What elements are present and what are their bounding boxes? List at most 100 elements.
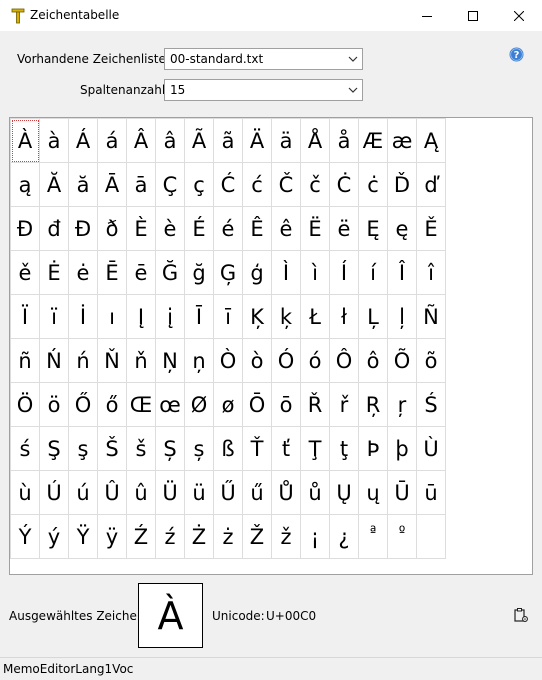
character-cell[interactable]: ċ [359,163,388,207]
character-cell[interactable]: Ï [11,295,40,339]
character-cell[interactable]: č [301,163,330,207]
character-cell[interactable]: Ļ [359,295,388,339]
character-cell[interactable]: ø [214,383,243,427]
character-cell[interactable]: ć [243,163,272,207]
character-cell[interactable]: Ó [272,339,301,383]
character-cell[interactable]: î [417,251,446,295]
character-cell[interactable]: Ď [388,163,417,207]
character-cell[interactable]: ž [272,515,301,559]
character-cell[interactable]: ï [40,295,69,339]
character-cell[interactable]: Ł [301,295,330,339]
character-cell[interactable]: ņ [185,339,214,383]
character-cell[interactable]: û [127,471,156,515]
character-cell[interactable]: Ě [417,207,446,251]
character-cell[interactable]: Í [330,251,359,295]
character-cell[interactable]: Ú [40,471,69,515]
character-cell[interactable]: þ [388,427,417,471]
character-cell[interactable]: ô [359,339,388,383]
character-cell[interactable]: Õ [388,339,417,383]
character-cell[interactable]: Ű [214,471,243,515]
character-cell[interactable]: Û [98,471,127,515]
character-cell[interactable]: ó [301,339,330,383]
character-cell[interactable]: Ķ [243,295,272,339]
character-cell[interactable]: Ř [301,383,330,427]
character-cell[interactable]: Į [127,295,156,339]
character-cell[interactable]: ü [185,471,214,515]
character-cell[interactable]: ą [11,163,40,207]
character-cell[interactable]: Ī [185,295,214,339]
character-cell[interactable]: ę [388,207,417,251]
character-cell[interactable]: ź [156,515,185,559]
character-cell[interactable]: Ż [185,515,214,559]
maximize-button[interactable] [450,0,496,31]
character-cell[interactable]: ū [417,471,446,515]
character-cell[interactable]: ì [301,251,330,295]
character-cell[interactable]: Þ [359,427,388,471]
character-cell[interactable]: đ [40,207,69,251]
character-cell[interactable]: Ū [388,471,417,515]
character-cell[interactable]: Ń [40,339,69,383]
character-cell[interactable]: Ť [243,427,272,471]
character-cell[interactable]: Ś [417,383,446,427]
character-cell[interactable]: ß [214,427,243,471]
character-cell[interactable]: Ñ [417,295,446,339]
character-cell[interactable]: Ņ [156,339,185,383]
character-cell[interactable]: Ź [127,515,156,559]
character-cell[interactable]: ż [214,515,243,559]
character-cell[interactable]: Ę [359,207,388,251]
character-cell[interactable]: ç [185,163,214,207]
character-cell[interactable]: ś [11,427,40,471]
character-cell[interactable]: ú [69,471,98,515]
character-cell[interactable]: è [156,207,185,251]
character-cell[interactable]: Å [301,119,330,163]
character-cell[interactable]: ř [330,383,359,427]
character-cell[interactable]: Ţ [301,427,330,471]
character-cell[interactable]: ű [243,471,272,515]
character-cell[interactable]: ș [185,427,214,471]
character-cell[interactable]: Ğ [156,251,185,295]
character-cell[interactable]: Ą [417,119,446,163]
character-cell[interactable]: ý [40,515,69,559]
character-cell[interactable]: Ā [98,163,127,207]
close-button[interactable] [496,0,542,31]
character-cell[interactable]: ů [301,471,330,515]
character-cell[interactable]: Ì [272,251,301,295]
character-cell[interactable]: Ü [156,471,185,515]
character-cell[interactable]: Ć [214,163,243,207]
character-cell[interactable]: Š [98,427,127,471]
character-cell[interactable]: Ů [272,471,301,515]
character-cell[interactable]: õ [417,339,446,383]
character-cell[interactable]: ª [359,515,388,559]
character-cell[interactable]: ¿ [330,515,359,559]
character-cell[interactable]: Œ [127,383,156,427]
minimize-button[interactable] [404,0,450,31]
columns-select[interactable]: 15 [164,79,363,101]
character-cell[interactable]: Ý [11,515,40,559]
character-cell[interactable]: Æ [359,119,388,163]
character-cell[interactable]: ţ [330,427,359,471]
character-cell[interactable]: Ë [301,207,330,251]
character-cell[interactable]: æ [388,119,417,163]
character-cell[interactable]: é [214,207,243,251]
character-cell[interactable]: à [40,119,69,163]
character-cell[interactable]: Ă [40,163,69,207]
character-cell[interactable]: í [359,251,388,295]
character-cell[interactable]: Â [127,119,156,163]
character-cell[interactable]: Á [69,119,98,163]
character-cell[interactable]: Đ [11,207,40,251]
character-cell[interactable]: ÿ [98,515,127,559]
character-cell[interactable]: ō [272,383,301,427]
character-cell[interactable]: ā [127,163,156,207]
character-cell[interactable]: ı [98,295,127,339]
character-cell[interactable]: ğ [185,251,214,295]
character-cell[interactable]: á [98,119,127,163]
character-cell[interactable]: å [330,119,359,163]
character-cell[interactable]: ð [98,207,127,251]
character-cell[interactable]: â [156,119,185,163]
character-cell[interactable]: ē [127,251,156,295]
character-cell[interactable]: Ô [330,339,359,383]
character-cell[interactable]: Ų [330,471,359,515]
character-cell[interactable]: ă [69,163,98,207]
character-cell[interactable]: ş [69,427,98,471]
character-cell[interactable]: š [127,427,156,471]
